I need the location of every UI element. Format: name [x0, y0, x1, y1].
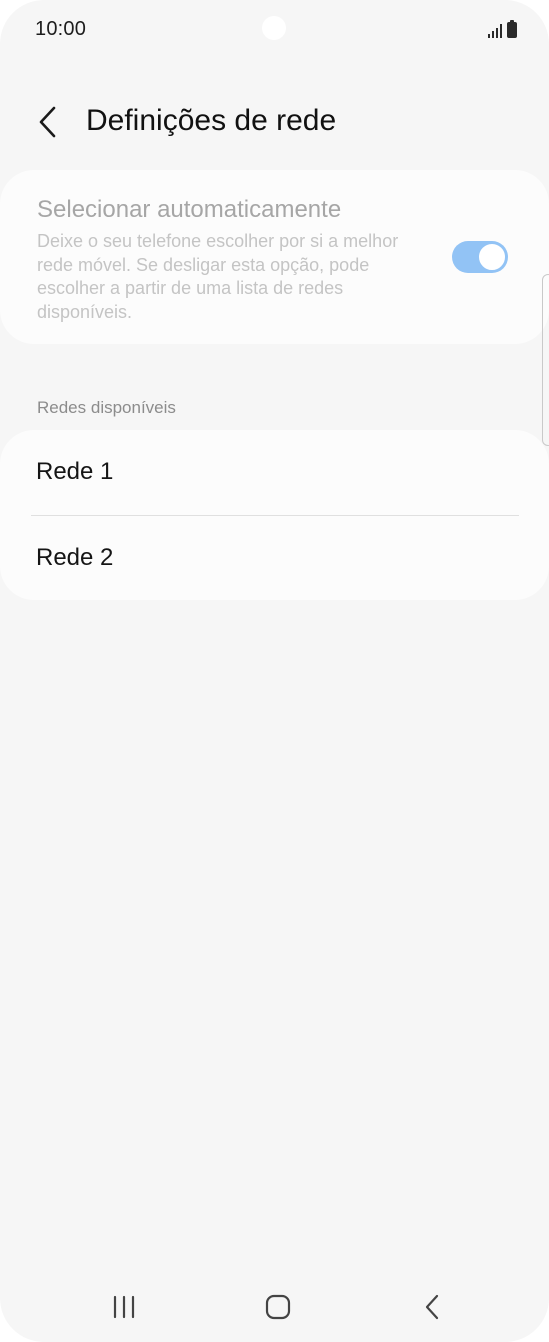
home-icon	[265, 1294, 291, 1320]
recent-apps-button[interactable]	[94, 1290, 154, 1324]
auto-select-title: Selecionar automaticamente	[37, 196, 342, 223]
auto-select-description: Deixe o seu telefone escolher por si a m…	[37, 231, 399, 322]
section-label-available-networks: Redes disponíveis	[37, 398, 176, 417]
page-title: Definições de rede	[86, 104, 337, 137]
networks-list: Rede 1 Rede 2	[0, 430, 549, 600]
scroll-handle[interactable]	[542, 274, 549, 446]
app-header: Definições de rede	[0, 90, 549, 154]
chevron-left-icon	[39, 106, 56, 138]
toggle-knob	[478, 243, 506, 271]
auto-select-card[interactable]: Selecionar automaticamente Deixe o seu t…	[0, 170, 549, 344]
auto-select-toggle[interactable]	[452, 241, 508, 273]
status-bar: 10:00	[0, 0, 549, 60]
network-label: Rede 2	[36, 544, 114, 571]
navigation-bar	[0, 1270, 549, 1342]
nav-back-button[interactable]	[402, 1290, 462, 1324]
signal-icon	[488, 22, 502, 38]
back-button[interactable]	[26, 98, 70, 146]
recent-apps-icon	[113, 1295, 135, 1319]
status-icons	[488, 20, 517, 38]
phone-screen: 10:00 Definições de rede Selecionar auto…	[0, 0, 549, 1342]
list-item-network-1[interactable]: Rede 1	[0, 430, 549, 514]
battery-icon	[507, 20, 517, 38]
camera-cutout	[262, 16, 286, 40]
home-button[interactable]	[248, 1290, 308, 1324]
network-label: Rede 1	[36, 458, 114, 485]
back-icon	[425, 1294, 439, 1320]
list-item-network-2[interactable]: Rede 2	[0, 516, 549, 600]
status-time: 10:00	[35, 18, 87, 40]
